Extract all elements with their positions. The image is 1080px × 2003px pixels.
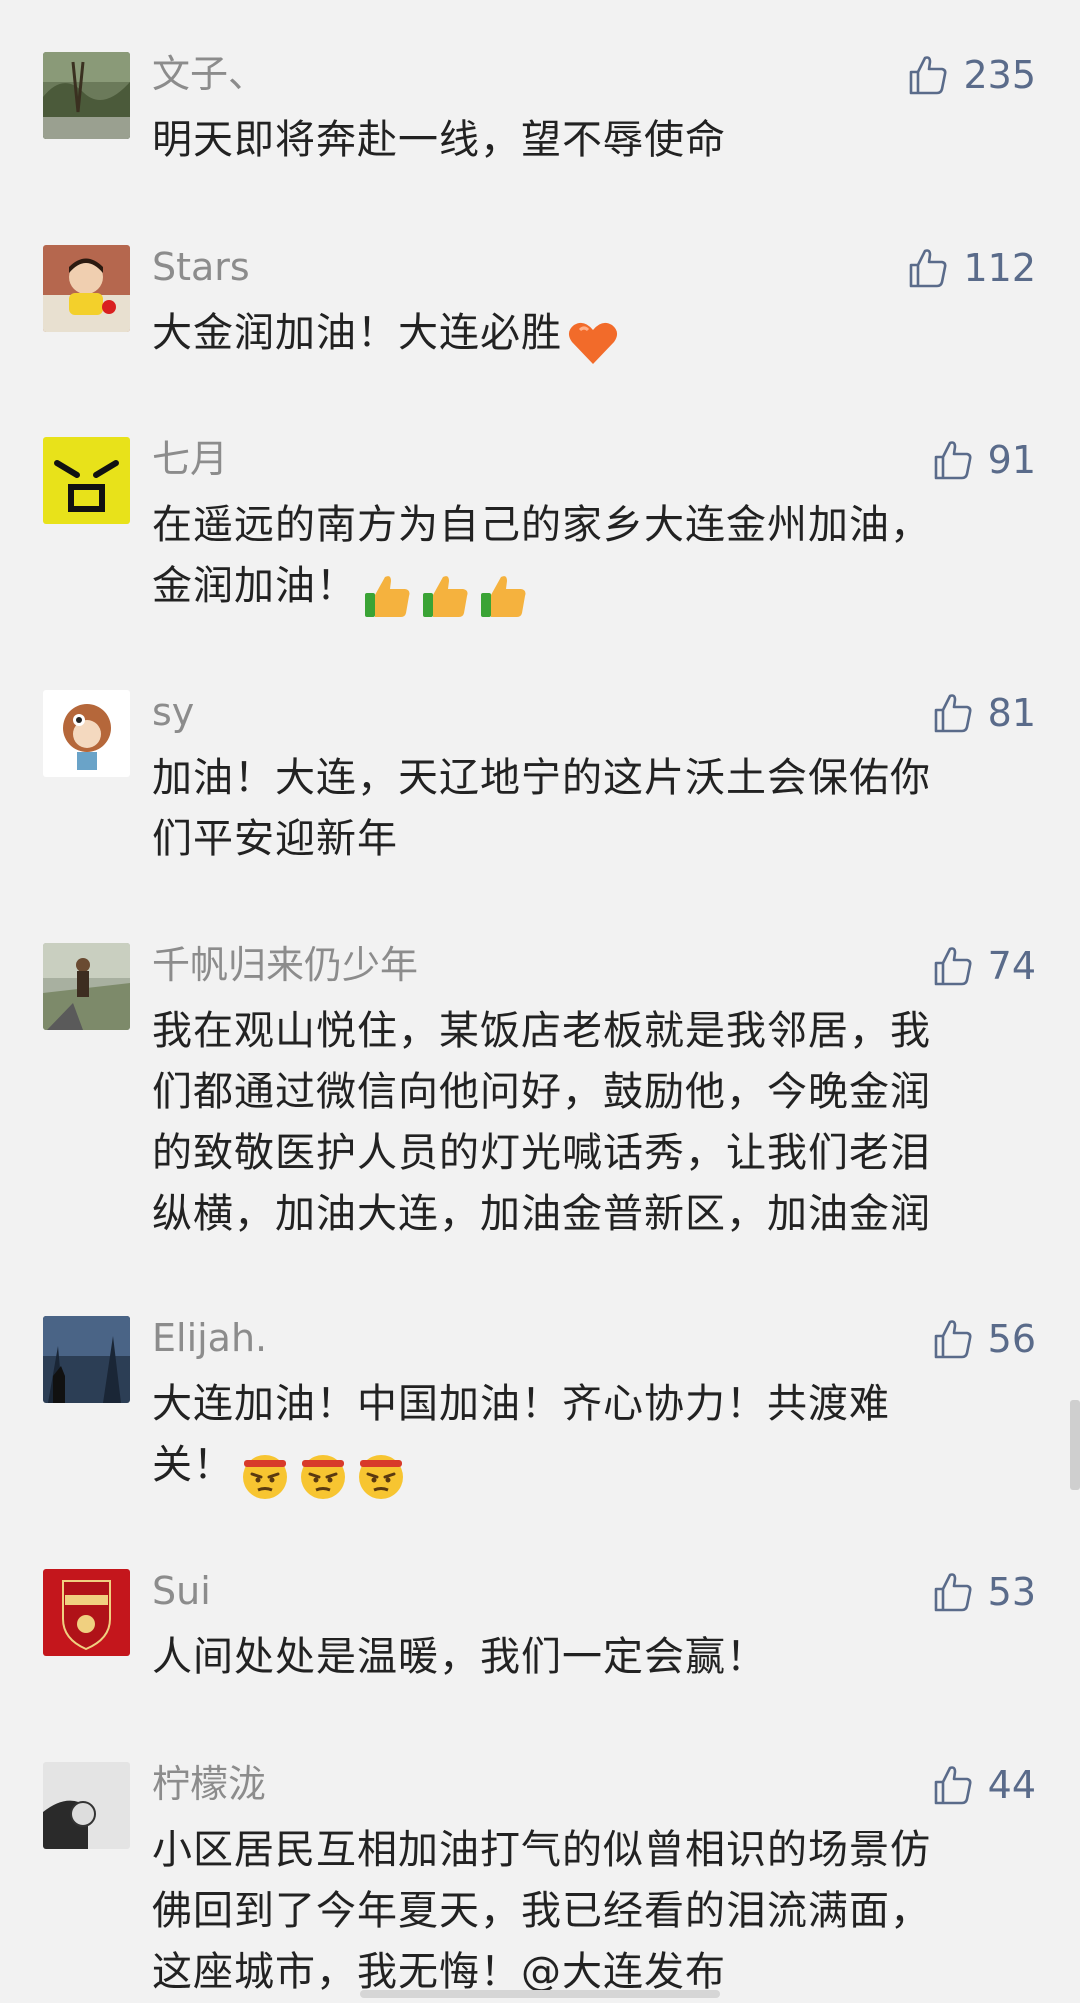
comment-text: 在遥远的南方为自己的家乡大连金州加油， 金润加油！ xyxy=(152,495,1012,625)
scrollbar[interactable] xyxy=(1070,1400,1080,1490)
comment-line-text: 大金润加油！大连必胜 xyxy=(152,310,562,356)
comment-line: 金润加油！ xyxy=(152,556,1012,625)
comment-line: 大连加油！中国加油！齐心协力！共渡难 xyxy=(152,1381,890,1427)
like-button[interactable]: 112 xyxy=(905,241,1036,295)
comment-line: 们平安迎新年 xyxy=(152,816,398,862)
comment-text: 大金润加油！大连必胜 xyxy=(152,303,1012,372)
like-button[interactable]: 74 xyxy=(930,939,1036,993)
avatar[interactable] xyxy=(43,52,130,139)
avatar[interactable] xyxy=(43,1316,130,1403)
avatar[interactable] xyxy=(43,943,130,1030)
username[interactable]: 七月 xyxy=(152,435,228,483)
comment-line: 加油！大连，天辽地宁的这片沃土会保佑你 xyxy=(152,755,931,801)
thumbs-up-icon xyxy=(910,56,947,95)
like-button[interactable]: 235 xyxy=(905,48,1036,102)
like-button[interactable]: 91 xyxy=(930,433,1036,487)
username[interactable]: Sui xyxy=(152,1567,211,1615)
comment-line: 的致敬医护人员的灯光喊话秀，让我们老泪 xyxy=(152,1130,931,1176)
comment-text: 我在观山悦住，某饭店老板就是我邻居，我 们都通过微信向他问好，鼓励他，今晚金润 … xyxy=(152,1001,1012,1245)
avatar[interactable] xyxy=(43,245,130,332)
comment-text: 小区居民互相加油打气的似曾相识的场景仿 佛回到了今年夏天，我已经看的泪流满面， … xyxy=(152,1820,1012,2003)
like-button[interactable]: 53 xyxy=(930,1565,1036,1619)
thumbs-up-icon xyxy=(934,441,972,480)
like-button[interactable]: 81 xyxy=(930,686,1036,740)
thumbs-up-icon xyxy=(934,1573,972,1612)
comment-line-text: 关！ xyxy=(152,1442,234,1488)
comment-line: 明天即将奔赴一线，望不辱使命 xyxy=(152,117,726,163)
thumbs-up-icon xyxy=(934,1320,972,1359)
like-button[interactable]: 56 xyxy=(930,1312,1036,1366)
thumbs-up-icon xyxy=(934,694,972,733)
comment-text: 明天即将奔赴一线，望不辱使命 xyxy=(152,110,1012,171)
comment-text: 大连加油！中国加油！齐心协力！共渡难 关！ xyxy=(152,1374,1012,1504)
home-indicator[interactable] xyxy=(360,1990,720,1998)
username[interactable]: Elijah. xyxy=(152,1314,267,1362)
comment-text: 加油！大连，天辽地宁的这片沃土会保佑你 们平安迎新年 xyxy=(152,748,1012,870)
comment-line: 小区居民互相加油打气的似曾相识的场景仿 xyxy=(152,1827,931,1873)
comment-text: 人间处处是温暖，我们一定会赢！ xyxy=(152,1627,1012,1688)
avatar[interactable] xyxy=(43,1762,130,1849)
comment-line: 大金润加油！大连必胜 xyxy=(152,303,1012,372)
like-count: 81 xyxy=(987,691,1036,735)
comment-line: 纵横，加油大连，加油金普新区，加油金润 xyxy=(152,1191,931,1237)
like-count: 91 xyxy=(987,438,1036,482)
comment-line: 关！ xyxy=(152,1435,1012,1504)
thumbs-up-icon xyxy=(910,249,947,288)
username[interactable]: 柠檬泷 xyxy=(152,1760,266,1808)
comment-line: 人间处处是温暖，我们一定会赢！ xyxy=(152,1634,767,1680)
thumbs-up-icon xyxy=(934,1766,972,1805)
username[interactable]: 千帆归来仍少年 xyxy=(152,941,418,989)
username[interactable]: 文子、 xyxy=(152,50,266,98)
avatar[interactable] xyxy=(43,1569,130,1656)
avatar[interactable] xyxy=(43,690,130,777)
like-count: 235 xyxy=(963,53,1036,97)
like-count: 53 xyxy=(987,1570,1036,1614)
comment-line: 我在观山悦住，某饭店老板就是我邻居，我 xyxy=(152,1008,931,1054)
comment-line: 在遥远的南方为自己的家乡大连金州加油， xyxy=(152,502,931,548)
username[interactable]: sy xyxy=(152,688,194,736)
like-count: 112 xyxy=(963,246,1036,290)
username[interactable]: Stars xyxy=(152,243,250,291)
comment-line: 佛回到了今年夏天，我已经看的泪流满面， xyxy=(152,1888,931,1934)
thumbs-up-emoji-icon xyxy=(361,564,535,625)
determined-face-icon xyxy=(238,1443,412,1504)
comment-line: 们都通过微信向他问好，鼓励他，今晚金润 xyxy=(152,1069,931,1115)
like-count: 44 xyxy=(987,1763,1036,1807)
heart-icon xyxy=(566,311,624,372)
thumbs-up-icon xyxy=(934,947,972,986)
like-count: 56 xyxy=(987,1317,1036,1361)
like-button[interactable]: 44 xyxy=(930,1758,1036,1812)
avatar[interactable] xyxy=(43,437,130,524)
comment-line-text: 金润加油！ xyxy=(152,563,357,609)
like-count: 74 xyxy=(987,944,1036,988)
